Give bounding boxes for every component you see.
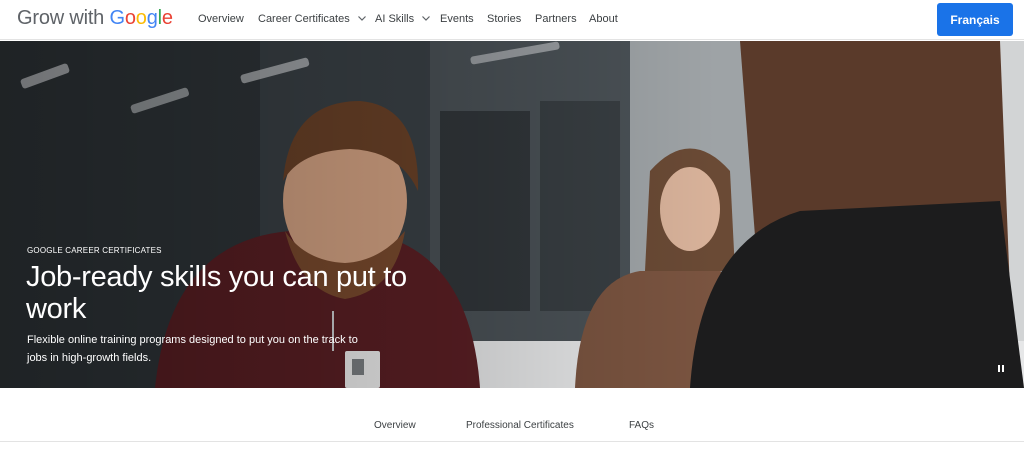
section-subnav: Overview Professional Certificates FAQs [0, 389, 1024, 442]
pause-icon [998, 364, 1000, 372]
nav-label: Career Certificates [258, 13, 350, 25]
nav-label: About [589, 13, 618, 25]
nav-label: AI Skills [375, 13, 415, 25]
nav-label: Overview [198, 13, 244, 25]
nav-item-career-certificates[interactable]: Career Certificates [258, 13, 366, 25]
subnav-item-professional-certificates[interactable]: Professional Certificates [466, 420, 574, 431]
hero-banner: GOOGLE CAREER CERTIFICATES Job-ready ski… [0, 41, 1024, 388]
subnav-item-faqs[interactable]: FAQs [629, 420, 654, 431]
nav-item-about[interactable]: About [589, 13, 618, 25]
logo-letter: o [124, 7, 136, 29]
grow-with-google-logo[interactable]: Grow with Google [17, 7, 173, 30]
pause-button[interactable] [994, 361, 1008, 375]
hero-eyebrow: GOOGLE CAREER CERTIFICATES [27, 246, 162, 255]
pause-icon [1002, 364, 1004, 372]
site-header: Grow with Google Overview Career Certifi… [0, 0, 1024, 40]
chevron-down-icon [357, 16, 366, 21]
logo-letter: G [109, 7, 125, 29]
nav-label: Events [440, 13, 474, 25]
nav-item-stories[interactable]: Stories [487, 13, 521, 25]
hero-subtitle: Flexible online training programs design… [27, 334, 358, 364]
logo-letter: o [135, 7, 147, 29]
language-button[interactable]: Français [937, 3, 1013, 36]
nav-item-overview[interactable]: Overview [198, 13, 244, 25]
nav-label: Stories [487, 13, 522, 25]
nav-item-ai-skills[interactable]: AI Skills [375, 13, 431, 25]
nav-item-partners[interactable]: Partners [535, 13, 577, 25]
nav-label: Partners [535, 13, 577, 25]
logo-letter: g [146, 7, 158, 29]
hero-title: Job-ready skills you can put to work [26, 261, 407, 325]
logo-letter: e [161, 7, 173, 29]
chevron-down-icon [422, 16, 431, 21]
subnav-item-overview[interactable]: Overview [374, 420, 416, 431]
logo-prefix: Grow with [17, 7, 110, 29]
nav-item-events[interactable]: Events [440, 13, 474, 25]
